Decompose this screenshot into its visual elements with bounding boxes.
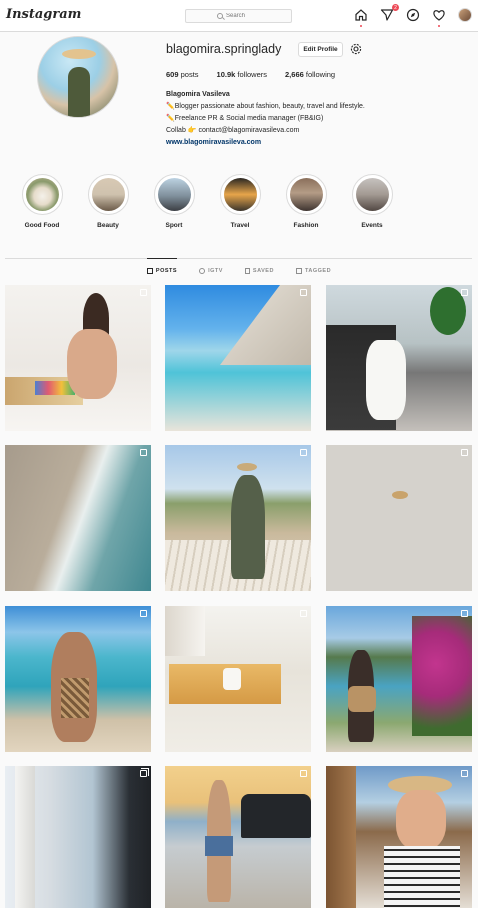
grid-icon bbox=[146, 268, 153, 274]
stat-posts: 609 posts bbox=[166, 70, 199, 79]
post-thumbnail[interactable] bbox=[5, 766, 151, 908]
explore-icon[interactable] bbox=[406, 8, 420, 22]
post-thumbnail[interactable] bbox=[165, 445, 311, 591]
bookmark-icon bbox=[244, 268, 250, 274]
highlight-events[interactable]: Events bbox=[348, 174, 396, 229]
highlight-label: Good Food bbox=[24, 222, 60, 229]
highlight-thumbnail bbox=[25, 178, 59, 211]
select-checkbox[interactable] bbox=[300, 610, 307, 617]
select-checkbox[interactable] bbox=[461, 770, 468, 777]
tag-icon bbox=[295, 268, 302, 274]
direct-icon[interactable]: 2 bbox=[380, 4, 399, 22]
post-thumbnail[interactable] bbox=[326, 285, 472, 431]
bio-line: ✏️Blogger passionate about fashion, beau… bbox=[166, 103, 365, 110]
select-checkbox[interactable] bbox=[461, 289, 468, 296]
stat-followers[interactable]: 10.9k followers bbox=[217, 70, 267, 79]
profile-stats: 609 posts 10.9k followers 2,666 followin… bbox=[166, 70, 335, 79]
stat-following[interactable]: 2,666 following bbox=[285, 70, 335, 79]
post-thumbnail[interactable] bbox=[326, 766, 472, 908]
highlight-thumbnail bbox=[223, 178, 257, 211]
highlight-good-food[interactable]: Good Food bbox=[18, 174, 66, 229]
edit-profile-button[interactable]: Edit Profile bbox=[298, 42, 343, 57]
igtv-icon bbox=[199, 268, 206, 274]
nav-avatar[interactable] bbox=[458, 8, 472, 22]
select-checkbox[interactable] bbox=[140, 610, 147, 617]
tab-tagged[interactable]: TAGGED bbox=[295, 258, 331, 282]
search-icon bbox=[217, 13, 223, 19]
select-checkbox[interactable] bbox=[461, 449, 468, 456]
highlight-beauty[interactable]: Beauty bbox=[84, 174, 132, 229]
tab-posts[interactable]: POSTS bbox=[146, 258, 178, 282]
post-thumbnail[interactable] bbox=[165, 285, 311, 431]
highlight-thumbnail bbox=[289, 178, 323, 211]
profile-avatar[interactable] bbox=[37, 36, 119, 118]
select-checkbox[interactable] bbox=[300, 289, 307, 296]
avatar-hat-shape bbox=[62, 49, 96, 59]
profile-website-link[interactable]: www.blagomiravasileva.com bbox=[166, 137, 416, 149]
profile-tabs: POSTS IGTV SAVED TAGGED bbox=[0, 258, 478, 282]
highlight-fashion[interactable]: Fashion bbox=[282, 174, 330, 229]
highlight-thumbnail bbox=[355, 178, 389, 211]
post-thumbnail[interactable] bbox=[5, 285, 151, 431]
post-thumbnail[interactable] bbox=[5, 606, 151, 752]
highlight-sport[interactable]: Sport bbox=[150, 174, 198, 229]
tab-igtv[interactable]: IGTV bbox=[199, 258, 223, 282]
search-input[interactable] bbox=[226, 13, 260, 19]
story-highlights: Good Food Beauty Sport Travel Fashion Ev… bbox=[18, 174, 396, 229]
search-box[interactable] bbox=[185, 9, 292, 23]
highlight-label: Travel bbox=[230, 222, 250, 229]
home-dot bbox=[360, 25, 362, 27]
avatar-figure-shape bbox=[68, 67, 90, 117]
profile-bio: Blagomira Vasileva ✏️Blogger passionate … bbox=[166, 89, 416, 149]
bio-line: ✏️Freelance PR & Social media manager (F… bbox=[166, 115, 324, 122]
highlight-thumbnail bbox=[91, 178, 125, 211]
highlight-label: Fashion bbox=[293, 222, 319, 229]
heart-icon[interactable] bbox=[432, 8, 446, 27]
instagram-logo[interactable]: Instagram bbox=[6, 7, 81, 22]
home-icon[interactable] bbox=[354, 8, 368, 27]
select-checkbox[interactable] bbox=[140, 449, 147, 456]
select-checkbox[interactable] bbox=[300, 449, 307, 456]
gear-icon[interactable] bbox=[350, 43, 362, 55]
nav-icons: 2 bbox=[354, 4, 472, 27]
profile-full-name: Blagomira Vasileva bbox=[166, 91, 230, 98]
post-thumbnail[interactable] bbox=[165, 766, 311, 908]
highlight-label: Beauty bbox=[97, 222, 119, 229]
select-checkbox[interactable] bbox=[461, 610, 468, 617]
select-checkbox[interactable] bbox=[140, 768, 149, 777]
bio-line: Collab 👉 contact@blagomiravasileva.com bbox=[166, 127, 300, 134]
highlight-label: Events bbox=[361, 222, 383, 229]
highlight-travel[interactable]: Travel bbox=[216, 174, 264, 229]
post-thumbnail[interactable] bbox=[165, 606, 311, 752]
select-checkbox[interactable] bbox=[140, 289, 147, 296]
post-thumbnail[interactable] bbox=[326, 606, 472, 752]
post-thumbnail[interactable] bbox=[5, 445, 151, 591]
highlight-thumbnail bbox=[157, 178, 191, 211]
notification-badge: 2 bbox=[392, 4, 399, 11]
highlight-label: Sport bbox=[165, 222, 183, 229]
top-nav: Instagram 2 bbox=[0, 0, 478, 32]
activity-dot bbox=[438, 25, 440, 27]
select-checkbox[interactable] bbox=[300, 770, 307, 777]
tab-saved[interactable]: SAVED bbox=[244, 258, 274, 282]
profile-username: blagomira.springlady bbox=[166, 42, 282, 56]
post-thumbnail[interactable] bbox=[326, 445, 472, 591]
